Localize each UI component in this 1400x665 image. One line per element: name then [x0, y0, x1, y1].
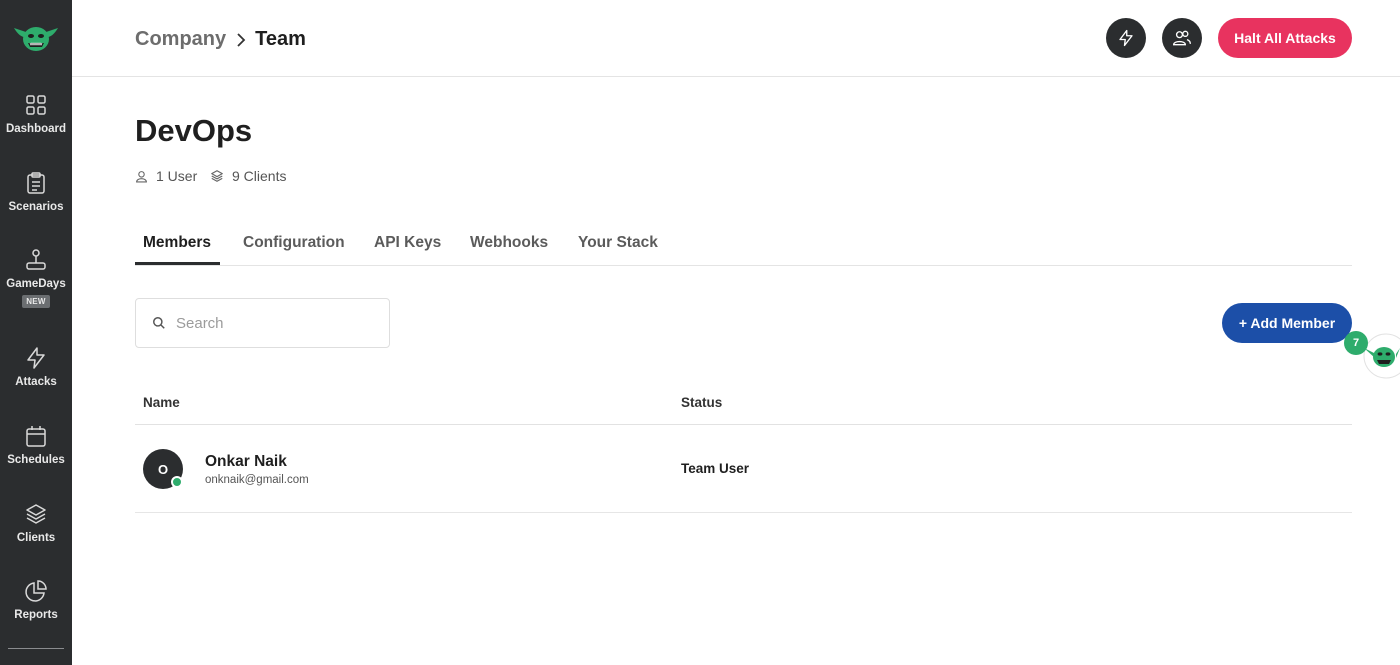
sidebar-divider	[8, 648, 64, 649]
breadcrumb-company-link[interactable]: Company	[135, 28, 226, 51]
notification-count-badge[interactable]: 7	[1344, 331, 1368, 355]
tab-bar: Members Configuration API Keys Webhooks …	[135, 226, 1352, 266]
new-badge: NEW	[22, 295, 50, 308]
chevron-right-icon	[235, 32, 247, 48]
tab-members[interactable]: Members	[143, 234, 211, 252]
member-email: onknaik@gmail.com	[205, 474, 309, 486]
user-count: 1 User	[135, 168, 197, 184]
sidebar-item-label: Clients	[16, 532, 56, 544]
calendar-icon	[26, 426, 46, 447]
table-header: Name Status	[135, 380, 1352, 425]
page-title: DevOps	[135, 113, 253, 148]
tab-your-stack[interactable]: Your Stack	[578, 234, 658, 252]
sidebar-item-label: Reports	[14, 609, 58, 621]
sidebar-item-label: Attacks	[15, 376, 57, 388]
sidebar-item-reports[interactable]: Reports	[0, 579, 72, 621]
user-count-label: 1 User	[156, 168, 198, 184]
column-header-status[interactable]: Status	[681, 395, 722, 410]
sidebar-item-label: Schedules	[7, 454, 65, 466]
user-icon	[136, 170, 147, 182]
top-header: Company Team Halt All Attacks	[72, 0, 1400, 77]
lightning-icon	[27, 347, 45, 369]
team-users-button[interactable]	[1162, 18, 1202, 58]
online-status-indicator	[171, 476, 183, 488]
sidebar-item-schedules[interactable]: Schedules	[0, 424, 72, 466]
sidebar-item-clients[interactable]: Clients	[0, 502, 72, 544]
sidebar-item-scenarios[interactable]: Scenarios	[0, 171, 72, 213]
search-box[interactable]	[135, 298, 390, 348]
sidebar-item-label: GameDays	[6, 278, 66, 290]
table-row[interactable]: O Onkar Naik onknaik@gmail.com Team User	[135, 425, 1352, 513]
dashboard-grid-icon	[26, 95, 46, 115]
member-name: Onkar Naik	[205, 453, 287, 470]
clipboard-icon	[27, 172, 45, 194]
sidebar-item-gamedays[interactable]: GameDays NEW	[0, 248, 72, 309]
member-status: Team User	[681, 461, 750, 476]
pie-chart-icon	[25, 580, 47, 602]
client-count-label: 9 Clients	[232, 168, 287, 184]
sidebar-item-dashboard[interactable]: Dashboard	[0, 93, 72, 135]
breadcrumb-current: Team	[255, 28, 306, 50]
active-tab-indicator	[135, 262, 220, 265]
users-icon	[1172, 30, 1191, 46]
joystick-icon	[26, 249, 46, 270]
members-table: Name Status O Onkar Naik onknaik@gmail.c…	[135, 380, 1352, 513]
sidebar-item-label: Scenarios	[8, 201, 64, 213]
layers-icon	[26, 504, 46, 524]
client-count: 9 Clients	[210, 168, 286, 184]
attacks-quick-button[interactable]	[1106, 18, 1146, 58]
column-header-name[interactable]: Name	[143, 395, 180, 410]
search-input[interactable]	[176, 314, 376, 332]
sidebar-item-attacks[interactable]: Attacks	[0, 346, 72, 388]
breadcrumb: Company Team	[135, 28, 306, 51]
halt-all-attacks-button[interactable]: Halt All Attacks	[1218, 18, 1352, 58]
sidebar: Dashboard Scenarios GameDays NEW Attacks…	[0, 0, 72, 665]
search-icon	[153, 317, 165, 329]
tab-configuration[interactable]: Configuration	[243, 234, 345, 252]
gremlin-logo-icon[interactable]	[12, 22, 60, 54]
add-member-button[interactable]: + Add Member	[1222, 303, 1352, 343]
sidebar-item-label: Dashboard	[5, 123, 67, 135]
lightning-icon	[1119, 29, 1133, 47]
tab-webhooks[interactable]: Webhooks	[470, 234, 548, 252]
tab-api-keys[interactable]: API Keys	[374, 234, 441, 252]
layers-icon	[211, 170, 223, 182]
